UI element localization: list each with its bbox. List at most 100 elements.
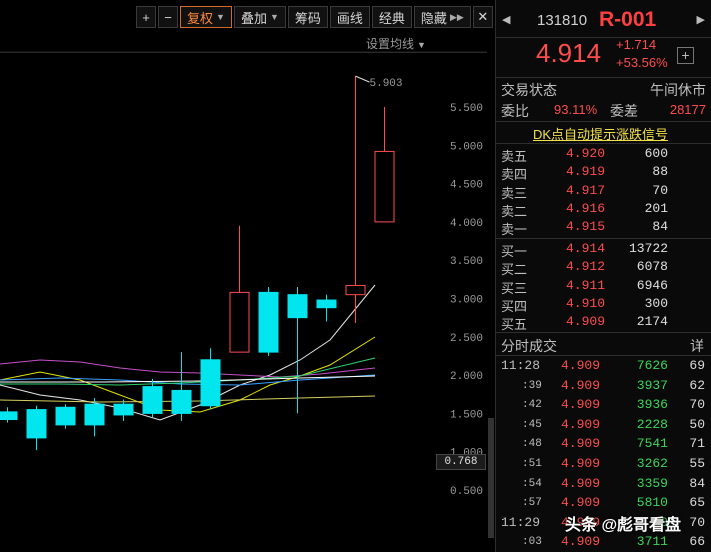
order-level-label: 卖四 xyxy=(501,167,528,183)
order-book-row[interactable]: 买三 4.911 6946 xyxy=(496,277,711,296)
kline-chart-panel[interactable]: 5.500 5.000 4.500 4.000 3.500 3.000 2.500 2.000… xyxy=(0,0,493,552)
candle-body xyxy=(26,409,47,439)
next-arrow-icon[interactable]: ▶ xyxy=(697,13,705,26)
order-book-row[interactable]: 卖四 4.919 88 xyxy=(496,163,711,183)
candle-body xyxy=(113,403,134,416)
order-level-label: 买一 xyxy=(501,244,528,259)
quote-panel: ◀ 131810 R-001 ▶ 4.914 +1.714 +53.56% + … xyxy=(495,0,711,552)
order-book-row[interactable]: 买一 4.914 13722 xyxy=(496,240,711,259)
order-volume: 300 xyxy=(644,295,668,311)
double-chevron-right-icon: ▶▶ xyxy=(449,11,464,22)
y-tick-label: 2.000 xyxy=(450,371,483,383)
divider xyxy=(496,143,711,144)
trade-count: 50 xyxy=(689,416,705,432)
trade-row: :03 4.909 3711 66 xyxy=(496,533,711,552)
set-ma-button[interactable]: 设置均线 ▼ xyxy=(366,35,426,52)
trade-time: :51 xyxy=(522,458,542,470)
order-book-row[interactable]: 卖三 4.917 70 xyxy=(496,182,711,201)
order-book-row[interactable]: 买五 4.909 2174 xyxy=(496,313,711,333)
order-price: 4.919 xyxy=(566,164,606,180)
trade-volume: 2228 xyxy=(636,416,668,432)
order-volume: 2174 xyxy=(636,314,668,330)
order-price: 4.910 xyxy=(566,295,606,311)
zoom-out-button[interactable]: − xyxy=(158,6,178,28)
prev-arrow-icon[interactable]: ◀ xyxy=(502,13,510,26)
trading-status-label: 交易状态 xyxy=(501,82,557,98)
dk-signal-link[interactable]: DK点自动提示涨跌信号 xyxy=(533,124,668,143)
trade-count: 65 xyxy=(689,495,705,511)
trade-volume: 3936 xyxy=(636,397,668,413)
add-watchlist-button[interactable]: + xyxy=(677,47,694,64)
trade-count: 70 xyxy=(689,514,705,530)
order-level-label: 卖一 xyxy=(501,222,528,238)
divider xyxy=(496,121,711,122)
order-level-label: 买五 xyxy=(501,317,528,333)
watermark: 头条 @彪哥看盘 xyxy=(565,517,682,534)
scrollbar[interactable] xyxy=(488,418,494,538)
trade-row: 11:28 4.909 7626 69 xyxy=(496,357,711,377)
candle-body xyxy=(200,359,221,407)
trade-row: :54 4.909 3359 84 xyxy=(496,475,711,495)
chevron-down-icon: ▼ xyxy=(269,12,279,22)
trade-price: 4.909 xyxy=(561,456,601,471)
fuquan-label: 复权 xyxy=(187,10,214,26)
candle-body xyxy=(258,291,279,353)
order-ratio-value: 93.11% xyxy=(554,102,598,117)
divider xyxy=(496,332,711,333)
order-book-row[interactable]: 卖五 4.920 600 xyxy=(496,145,711,164)
close-icon: ✕ xyxy=(477,9,489,24)
trades-detail-button[interactable]: 详 xyxy=(690,336,704,356)
trade-row: :42 4.909 3936 70 xyxy=(496,396,711,416)
fuquan-dropdown[interactable]: 复权 ▼ xyxy=(180,6,232,28)
order-book-row[interactable]: 买二 4.912 6078 xyxy=(496,258,711,277)
trade-count: 55 xyxy=(689,456,705,471)
trade-price: 4.909 xyxy=(561,377,601,393)
trades-title: 分时成交 xyxy=(501,338,557,354)
trade-price: 4.909 xyxy=(561,436,601,452)
trade-count: 69 xyxy=(689,358,705,373)
chip-button[interactable]: 筹码 xyxy=(287,6,328,28)
y-tick-label: 1.500 xyxy=(450,409,483,421)
moving-average-line xyxy=(0,359,376,378)
chevron-down-icon: ▼ xyxy=(216,12,225,22)
order-price: 4.917 xyxy=(566,182,606,198)
order-book-row[interactable]: 买四 4.910 300 xyxy=(496,295,711,314)
trade-count: 66 xyxy=(689,534,705,550)
trade-time: 11:29 xyxy=(501,514,541,530)
overlay-dropdown[interactable]: 叠加 ▼ xyxy=(233,6,286,28)
order-level-label: 买四 xyxy=(501,298,528,314)
y-tick-label: 2.500 xyxy=(450,333,483,345)
trade-row: :51 4.909 3262 55 xyxy=(496,455,711,475)
trade-time: :45 xyxy=(522,418,542,431)
hide-button[interactable]: 隐藏 ▶▶ xyxy=(413,6,471,28)
zoom-in-button[interactable]: + xyxy=(136,6,156,28)
order-volume: 84 xyxy=(652,219,668,235)
trade-time: :54 xyxy=(522,477,542,490)
divider xyxy=(0,52,487,53)
trade-price: 4.909 xyxy=(561,534,601,550)
trade-volume: 3937 xyxy=(636,377,668,393)
close-button[interactable]: ✕ xyxy=(472,6,493,28)
divider xyxy=(496,238,711,239)
order-price: 4.911 xyxy=(566,277,606,293)
order-book-row[interactable]: 卖一 4.915 84 xyxy=(496,218,711,238)
trade-time: :03 xyxy=(522,536,542,549)
order-volume: 6946 xyxy=(636,277,668,293)
draw-line-button[interactable]: 画线 xyxy=(329,6,370,28)
security-code: 131810 xyxy=(537,12,588,29)
trade-price: 4.909 xyxy=(561,358,601,373)
set-ma-label: 设置均线 xyxy=(366,37,415,51)
order-volume: 600 xyxy=(644,146,668,161)
high-annotation-label: 5.903 xyxy=(370,78,403,90)
kline-chart[interactable]: 5.500 5.000 4.500 4.000 3.500 3.000 2.500 2.000… xyxy=(0,0,487,552)
trade-row: :45 4.909 2228 50 xyxy=(496,416,711,436)
candle-body xyxy=(229,291,250,353)
order-book-row[interactable]: 卖二 4.916 201 xyxy=(496,200,711,219)
security-name: R-001 xyxy=(599,8,657,31)
candle-body xyxy=(287,294,308,319)
divider xyxy=(496,37,711,38)
trade-time: :57 xyxy=(522,497,542,510)
trade-row: :39 4.909 3937 62 xyxy=(496,377,711,397)
candle-body xyxy=(374,150,395,223)
classic-button[interactable]: 经典 xyxy=(371,6,412,28)
